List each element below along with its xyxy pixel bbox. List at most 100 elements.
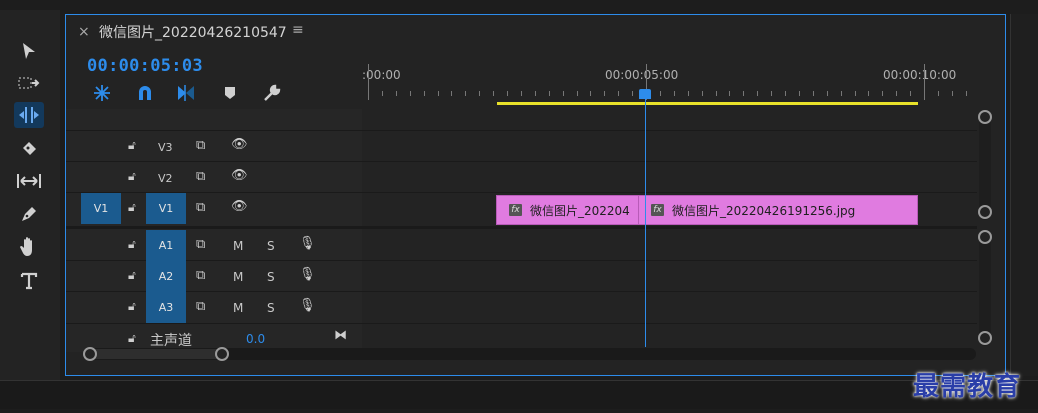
ruler-tick [409, 91, 411, 96]
track-name[interactable]: V3 [158, 141, 173, 154]
zoom-handle-left[interactable] [83, 347, 97, 361]
lock-icon[interactable]: 🔓︎ [128, 138, 136, 153]
ruler-tick [520, 91, 522, 96]
track-select-tool-icon[interactable] [14, 70, 44, 96]
microphone-icon[interactable]: 🎙︎ [299, 267, 316, 282]
microphone-icon[interactable]: 🎙︎ [299, 236, 316, 251]
ruler-tick [632, 91, 634, 96]
ruler-tick [534, 91, 536, 96]
track-header-a1: 🔓︎ A1 ⧉ M S 🎙︎ [66, 230, 362, 261]
sync-lock-icon[interactable]: ⧉ [196, 138, 205, 153]
time-ruler[interactable]: :00:00 00:00:05:00 00:00:10:00 [362, 64, 977, 104]
eye-icon[interactable]: 👁︎ [231, 137, 248, 152]
track-header-v3: 🔓︎ V3 ⧉ 👁︎ [66, 131, 362, 162]
eye-icon[interactable]: 👁︎ [231, 199, 248, 214]
lock-icon[interactable]: 🔓︎ [128, 200, 136, 215]
ruler-tick [590, 91, 592, 96]
eye-icon[interactable]: 👁︎ [231, 168, 248, 183]
lock-icon[interactable]: 🔓︎ [128, 237, 136, 252]
scroll-handle-top[interactable] [978, 230, 992, 244]
ruler-tick [785, 91, 786, 96]
panel-menu-icon[interactable]: ≡ [292, 22, 304, 38]
mute-button[interactable]: M [233, 270, 243, 284]
ruler-tick [798, 91, 800, 96]
horizontal-zoom-scrollbar[interactable] [83, 347, 976, 361]
timeline-panel: × 微信图片_20220426210547 ≡ 00:00:05:03 :00:… [65, 14, 1006, 376]
track-content-area[interactable] [362, 109, 977, 352]
scroll-handle-bottom[interactable] [978, 205, 992, 219]
sync-lock-icon[interactable]: ⧉ [196, 200, 205, 215]
sync-lock-icon[interactable]: ⧉ [196, 299, 205, 314]
track-name[interactable]: V2 [158, 172, 173, 185]
ruler-tick [381, 91, 383, 96]
source-patch-v1[interactable]: V1 [81, 193, 121, 224]
ruler-tick [743, 91, 745, 96]
ruler-tick [840, 91, 842, 96]
ruler-tick [673, 91, 675, 96]
fx-badge-icon[interactable]: fx [509, 204, 522, 216]
work-area-bar[interactable] [497, 102, 918, 105]
playhead-line[interactable] [645, 99, 646, 347]
track-target-a3[interactable]: A3 [146, 292, 186, 323]
sync-lock-icon[interactable]: ⧉ [196, 268, 205, 283]
video-track-scrollbar[interactable] [978, 110, 992, 220]
playhead-timecode[interactable]: 00:00:05:03 [87, 56, 203, 76]
track-header-a3: 🔓︎ A3 ⧉ M S 🎙︎ [66, 292, 362, 323]
lock-icon[interactable]: 🔓︎ [128, 268, 136, 283]
ruler-tick [659, 91, 661, 96]
solo-button[interactable]: S [267, 301, 275, 315]
microphone-icon[interactable]: 🎙︎ [299, 298, 316, 313]
scroll-handle-bottom[interactable] [978, 331, 992, 345]
fx-badge-icon[interactable]: fx [651, 204, 664, 216]
ruler-tick [715, 91, 717, 96]
ruler-tick [729, 91, 731, 96]
scroll-thumb[interactable] [83, 349, 223, 359]
solo-button[interactable]: S [267, 270, 275, 284]
snap-magnet-icon[interactable] [133, 81, 157, 105]
timeline-settings-wrench-icon[interactable] [260, 81, 284, 105]
mute-button[interactable]: M [233, 301, 243, 315]
hand-tool-icon[interactable] [14, 234, 44, 260]
type-tool-icon[interactable] [14, 268, 44, 294]
ripple-edit-tool-icon[interactable] [14, 102, 44, 128]
track-target-a2[interactable]: A2 [146, 261, 186, 292]
mute-button[interactable]: M [233, 239, 243, 253]
close-tab-icon[interactable]: × [78, 24, 90, 40]
lock-icon[interactable]: 🔓︎ [128, 299, 136, 314]
pen-tool-icon[interactable] [14, 201, 44, 227]
ruler-tick [924, 64, 925, 100]
ruler-tick [910, 91, 912, 96]
playhead-handle[interactable] [639, 89, 651, 99]
master-volume-value[interactable]: 0.0 [246, 332, 265, 346]
ruler-tick [423, 91, 425, 96]
ruler-tick [562, 91, 564, 96]
add-marker-icon[interactable] [218, 81, 242, 105]
ruler-tick [868, 91, 870, 96]
ruler-tick [757, 91, 759, 96]
sync-lock-icon[interactable]: ⧉ [196, 169, 205, 184]
lock-icon[interactable]: 🔓︎ [128, 169, 136, 184]
solo-button[interactable]: S [267, 239, 275, 253]
ruler-tick [576, 91, 578, 96]
selection-tool-icon[interactable] [14, 38, 44, 64]
zoom-handle-right[interactable] [215, 347, 229, 361]
ruler-ticks [362, 64, 977, 104]
track-target-v1[interactable]: V1 [146, 193, 186, 224]
clip-2[interactable]: fx 微信图片_20220426191256.jpg [638, 195, 918, 225]
linked-selection-icon[interactable] [174, 81, 198, 105]
track-header-a2: 🔓︎ A2 ⧉ M S 🎙︎ [66, 261, 362, 292]
bowtie-icon[interactable]: ⧓ [334, 328, 347, 343]
clip-label: 微信图片_20220426191256.jpg [672, 203, 856, 218]
scroll-handle-top[interactable] [978, 110, 992, 124]
clip-1[interactable]: fx 微信图片_202204 [496, 195, 639, 225]
nest-sequence-icon[interactable] [90, 81, 114, 105]
lock-icon[interactable]: 🔓︎ [128, 331, 136, 346]
bottom-bar [0, 380, 1038, 409]
track-target-a1[interactable]: A1 [146, 230, 186, 261]
slip-tool-icon[interactable] [14, 168, 44, 194]
sequence-tab-title[interactable]: 微信图片_20220426210547 [99, 22, 287, 42]
sync-lock-icon[interactable]: ⧉ [196, 237, 205, 252]
audio-track-scrollbar[interactable] [978, 230, 992, 346]
razor-tool-icon[interactable] [14, 135, 44, 161]
ruler-tick [493, 91, 495, 96]
